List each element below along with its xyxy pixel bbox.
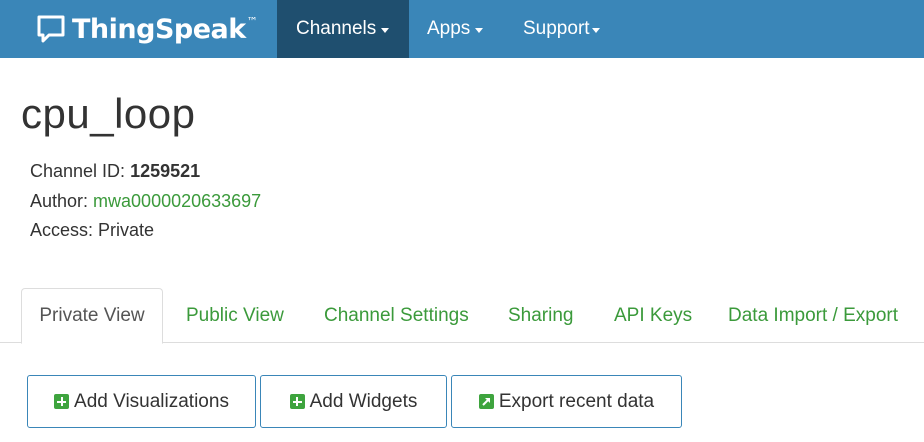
access-value: Private: [98, 220, 155, 240]
add-widgets-button[interactable]: Add Widgets: [260, 375, 447, 428]
caret-down-icon: [591, 27, 600, 33]
channel-id-value: 1259521: [130, 161, 201, 181]
export-recent-data-button[interactable]: Export recent data: [451, 375, 682, 428]
speech-bubble-icon: [37, 15, 65, 43]
plus-square-icon: [54, 394, 70, 409]
access-row: Access: Private: [30, 220, 154, 241]
author-label: Author:: [30, 191, 94, 211]
author-link[interactable]: mwa0000020633697: [93, 191, 261, 211]
nav-apps-menu[interactable]: Apps: [409, 0, 505, 58]
add-widgets-label: Add Widgets: [309, 390, 418, 412]
page-title: cpu_loop: [21, 90, 196, 137]
access-label: Access:: [30, 220, 99, 240]
nav-apps-label: Apps: [427, 18, 471, 39]
caret-down-icon: [381, 27, 390, 33]
top-navbar: ThingSpeak ™ Channels Apps Support: [0, 0, 924, 58]
channel-tabs: Private View Public View Channel Setting…: [0, 288, 924, 344]
nav-channels-label: Channels: [296, 18, 377, 39]
tab-api-keys[interactable]: API Keys: [614, 288, 692, 343]
caret-down-icon: [475, 27, 484, 33]
nav-channels-menu[interactable]: Channels: [277, 0, 409, 58]
brand-trademark: ™: [246, 14, 258, 28]
export-recent-data-label: Export recent data: [498, 390, 655, 412]
tab-sharing[interactable]: Sharing: [508, 288, 574, 343]
add-visualizations-button[interactable]: Add Visualizations: [27, 375, 256, 428]
channel-id-row: Channel ID: 1259521: [30, 161, 200, 182]
add-visualizations-label: Add Visualizations: [74, 390, 229, 412]
brand-logo[interactable]: ThingSpeak ™: [36, 9, 258, 49]
channel-id-label: Channel ID:: [30, 161, 131, 181]
brand-name: ThingSpeak: [72, 13, 246, 45]
plus-square-icon: [289, 394, 305, 409]
author-row: Author: mwa0000020633697: [30, 191, 261, 212]
tab-data-import-export[interactable]: Data Import / Export: [728, 288, 898, 343]
nav-support-menu[interactable]: Support: [505, 0, 615, 58]
tab-private-view[interactable]: Private View: [21, 288, 163, 344]
tab-public-view[interactable]: Public View: [186, 288, 284, 343]
tab-channel-settings[interactable]: Channel Settings: [324, 288, 469, 343]
external-link-square-icon: [478, 394, 494, 409]
nav-support-label: Support: [523, 18, 590, 39]
